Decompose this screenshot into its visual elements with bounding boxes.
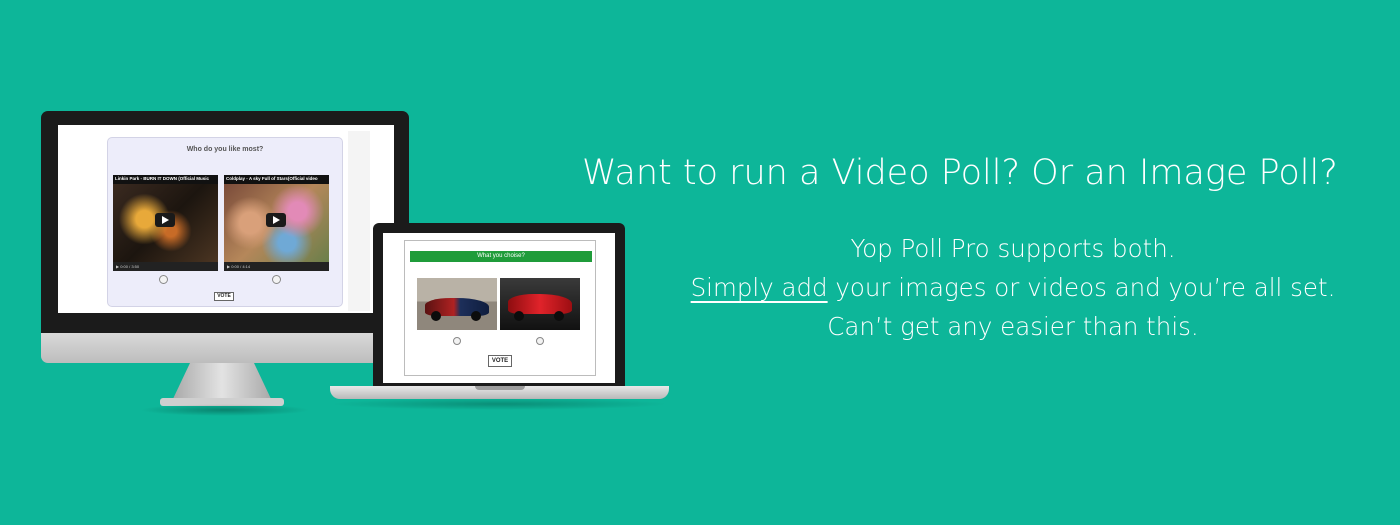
poll-option-radio-2[interactable] — [536, 337, 544, 345]
poll-option-radio-1[interactable] — [453, 337, 461, 345]
poll-option-radio-2[interactable] — [272, 275, 281, 284]
monitor-screen: Who do you like most? Linkin Park - BURN… — [58, 125, 394, 313]
image-poll-card: What you choise? VOTE — [404, 240, 596, 376]
poll-question: Who do you like most? — [186, 146, 264, 153]
description-line-1: Yop Poll Pro supports both. — [850, 234, 1176, 263]
description-line-2: Simply add your images or videos and you… — [620, 268, 1400, 307]
car-wheel — [554, 311, 564, 321]
play-small-icon[interactable]: ▶ — [116, 264, 119, 269]
monitor-stand — [172, 363, 272, 401]
description-line-3: Can’t get any easier than this. — [827, 312, 1199, 341]
video-controls-2[interactable]: ▶ 0:00 / 4:14 — [224, 262, 329, 271]
play-icon[interactable] — [266, 213, 286, 227]
car-wheel — [471, 311, 481, 321]
headline: Want to run a Video Poll? Or an Image Po… — [582, 153, 1338, 193]
video-time-1: 0:00 / 3:50 — [120, 264, 140, 269]
laptop-screen: What you choise? VOTE — [383, 233, 615, 383]
poll-title-bar: What you choise? — [410, 251, 592, 262]
video-poll-card: Who do you like most? Linkin Park - BURN… — [107, 137, 343, 307]
poll-image-red-car[interactable] — [500, 278, 580, 330]
video-time-2: 0:00 / 4:14 — [231, 264, 251, 269]
laptop-hinge-notch — [475, 386, 525, 390]
vote-button[interactable]: VOTE — [214, 292, 234, 301]
description: Yop Poll Pro supports both. Simply add y… — [620, 229, 1400, 346]
monitor-bezel: Who do you like most? Linkin Park - BURN… — [41, 111, 409, 333]
monitor-shadow — [140, 404, 310, 416]
page-scroll-area — [348, 131, 370, 311]
car-wheel — [514, 311, 524, 321]
video-player-2[interactable]: Coldplay - A sky Full of Stars(Official … — [224, 175, 329, 271]
poll-image-blue-red-car[interactable] — [417, 278, 497, 330]
video-controls-1[interactable]: ▶ 0:00 / 3:50 — [113, 262, 218, 271]
laptop-shadow — [330, 398, 669, 410]
play-small-icon[interactable]: ▶ — [227, 264, 230, 269]
desktop-monitor: Who do you like most? Linkin Park - BURN… — [41, 111, 409, 363]
video-player-1[interactable]: Linkin Park - BURN IT DOWN (Official Mus… — [113, 175, 218, 271]
simply-add-link[interactable]: Simply add — [691, 273, 828, 302]
video-title-1: Linkin Park - BURN IT DOWN (Official Mus… — [115, 176, 210, 181]
play-icon[interactable] — [155, 213, 175, 227]
car-wheel — [431, 311, 441, 321]
monitor-chin — [41, 333, 409, 363]
video-title-2: Coldplay - A sky Full of Stars(Official … — [226, 176, 318, 181]
description-line-2-text: your images or videos and you’re all set… — [827, 273, 1336, 302]
vote-button[interactable]: VOTE — [488, 355, 512, 367]
laptop: What you choise? VOTE — [373, 223, 625, 387]
poll-option-radio-1[interactable] — [159, 275, 168, 284]
